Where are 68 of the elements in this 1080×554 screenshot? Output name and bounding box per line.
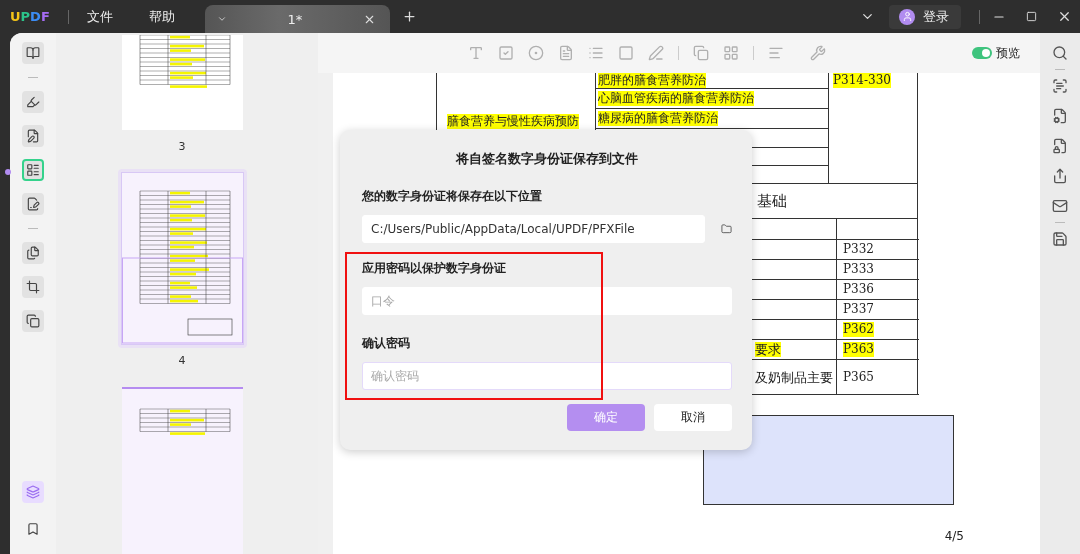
add-tab-icon[interactable]: [401, 9, 417, 24]
login-button[interactable]: 登录: [889, 4, 961, 29]
file-signature-icon: [26, 197, 40, 211]
pages-tool[interactable]: [22, 242, 44, 264]
book-icon: [26, 46, 40, 60]
confirm-password-field[interactable]: 确认密码: [362, 362, 732, 390]
form-layout-icon: [26, 163, 40, 177]
path-field[interactable]: C:/Users/Public/AppData/Local/UPDF/PFXFile: [362, 215, 705, 243]
reader-tool[interactable]: [22, 42, 44, 64]
menu-item[interactable]: 帮助: [148, 7, 175, 26]
app-logo: UPDF: [10, 9, 50, 24]
field-label: 应用密码以保护数字身份证: [362, 260, 506, 277]
table-cell-text: 心脑血管疾病的膳食营养防治: [598, 91, 754, 106]
page-thumbnail[interactable]: [121, 387, 243, 554]
page-reference: P337: [843, 302, 874, 317]
preview-label: 预览: [996, 44, 1020, 62]
layers-icon: [26, 485, 40, 499]
table-cell-text: 及奶制品主要: [755, 369, 833, 385]
table-cell-text: 要求: [755, 342, 781, 357]
page-reference: P365: [843, 369, 874, 385]
page-number: 4: [178, 354, 186, 367]
highlight-tool[interactable]: [22, 91, 44, 113]
sign-tool[interactable]: [22, 193, 44, 215]
page-thumbnail[interactable]: [121, 35, 243, 130]
file-convert-icon[interactable]: [1052, 108, 1068, 124]
table-cell-text: 糖尿病的膳食营养防治: [598, 111, 718, 126]
copy-tool[interactable]: [22, 310, 44, 332]
page-reference: P363: [843, 342, 874, 357]
close-icon[interactable]: [1057, 9, 1072, 24]
page-reference: P362: [843, 322, 874, 337]
checkbox-icon[interactable]: [498, 45, 514, 61]
preview-toggle[interactable]: [972, 47, 992, 59]
files-icon: [26, 246, 40, 260]
dialog-title: 将自签名数字身份证保存到文件: [456, 150, 638, 168]
share-icon[interactable]: [1052, 168, 1068, 184]
field-label: 确认密码: [362, 335, 410, 352]
radio-button-icon[interactable]: [528, 45, 544, 61]
crop-tool[interactable]: [22, 276, 44, 298]
highlighter-icon: [26, 95, 40, 109]
crop-icon: [26, 280, 40, 294]
page-reference: P332: [843, 242, 874, 257]
password-field[interactable]: 口令: [362, 287, 732, 315]
save-icon[interactable]: [1052, 231, 1068, 247]
ocr-icon[interactable]: [1052, 78, 1068, 94]
table-cell-text: 肥胖的膳食营养防治: [598, 73, 706, 88]
copy-icon: [26, 314, 40, 328]
active-indicator: [5, 169, 11, 175]
file-pen-icon: [26, 129, 40, 143]
form-field-rectangle[interactable]: [703, 415, 954, 505]
table-cell-text: 膳食营养与慢性疾病预防: [447, 114, 579, 129]
text-field-icon[interactable]: [468, 45, 484, 61]
layers-tool[interactable]: [22, 481, 44, 503]
search-icon[interactable]: [1052, 45, 1068, 61]
page-reference: P333: [843, 262, 874, 277]
maximize-icon[interactable]: [1026, 11, 1037, 22]
file-lock-icon[interactable]: [1052, 138, 1068, 154]
table-cell-text: P314-330: [833, 73, 891, 88]
menu-item[interactable]: 文件: [86, 7, 113, 26]
page-reference: P336: [843, 282, 874, 297]
caret-icon[interactable]: [216, 14, 227, 24]
cancel-button[interactable]: 取消: [654, 404, 732, 431]
page-number: 3: [178, 140, 186, 153]
bookmark-icon: [26, 522, 40, 536]
mail-icon[interactable]: [1052, 198, 1068, 214]
edit-tool[interactable]: [22, 125, 44, 147]
document-tab[interactable]: 1*: [204, 5, 390, 33]
avatar-icon: [899, 8, 915, 25]
form-tool[interactable]: [22, 159, 44, 181]
